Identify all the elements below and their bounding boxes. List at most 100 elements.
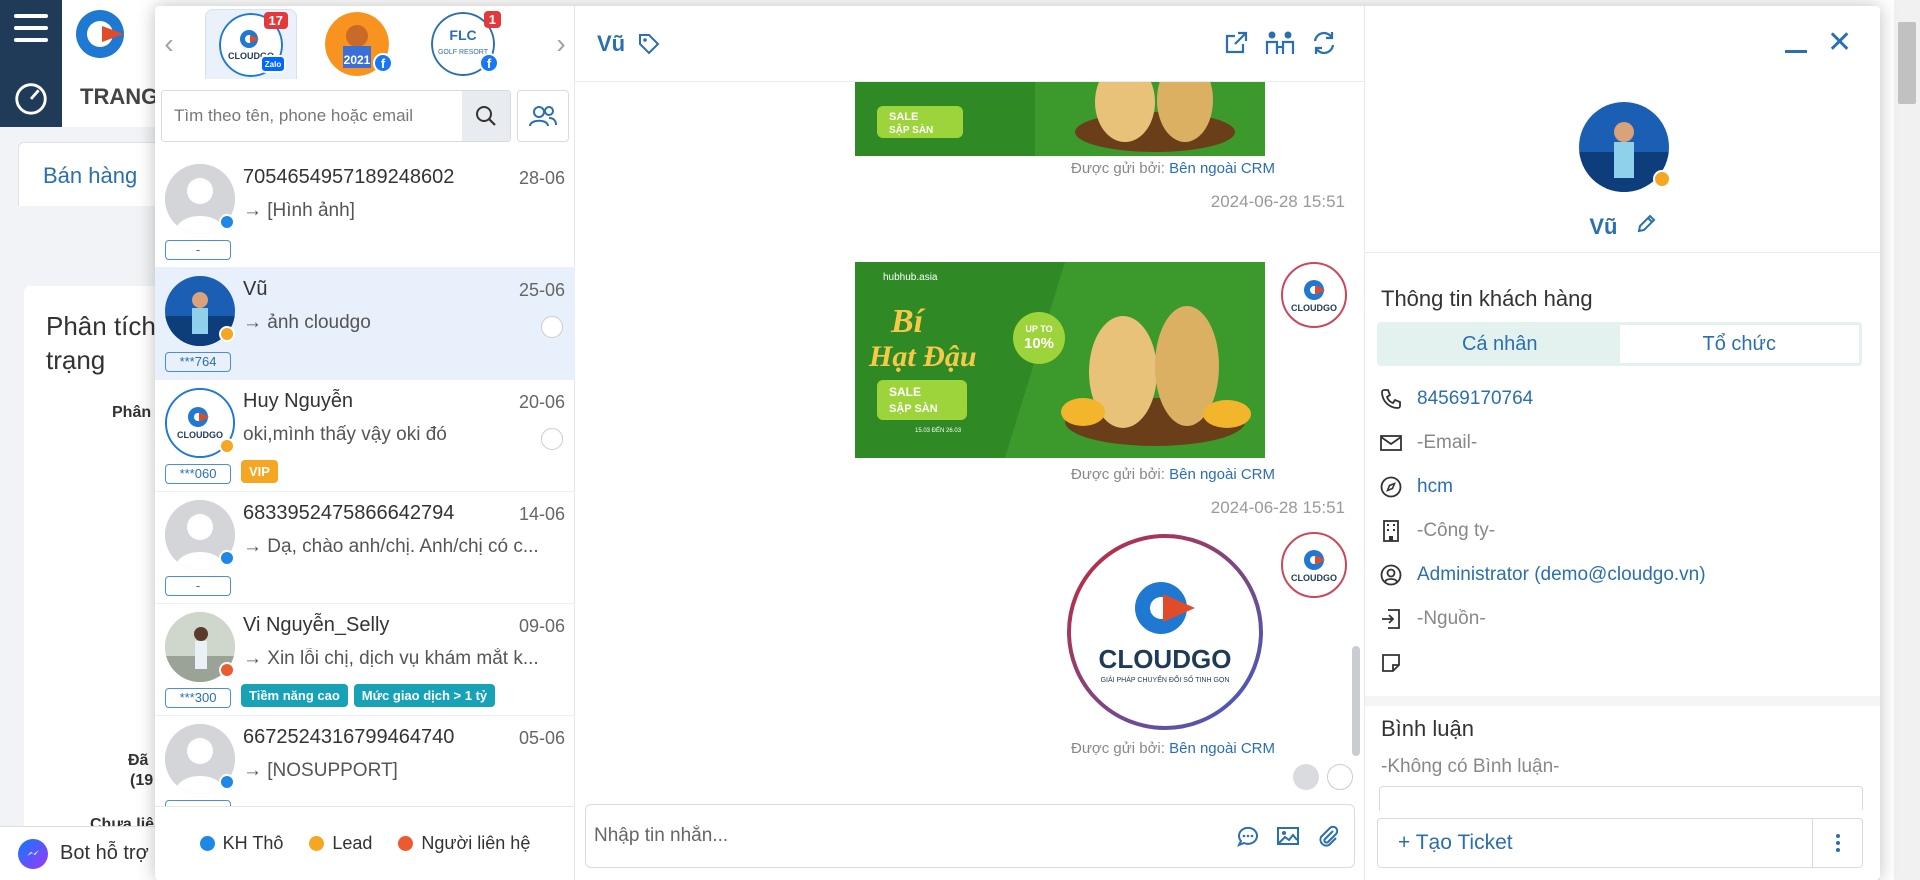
chat-scrollbar[interactable] — [1352, 646, 1360, 756]
info-row-source: -Nguồn- — [1379, 603, 1486, 635]
info-header: ✕ — [1365, 6, 1880, 82]
page-tab-tuyen-sinh[interactable]: 2021 f — [311, 9, 403, 79]
conversation-name: Vũ — [243, 278, 268, 300]
create-ticket-button[interactable]: + Tạo Ticket — [1378, 831, 1812, 855]
attachment-icon[interactable] — [1316, 824, 1340, 848]
message-image[interactable]: hubhub.asia Bí Hạt Đậu SALE SẬP SÀN 15.0… — [855, 262, 1265, 458]
note-icon[interactable] — [1379, 651, 1403, 675]
comments-title: Bình luận — [1381, 716, 1474, 741]
analysis-card: Phân tích trạng Phân Đã (19 Chưa liê — [24, 286, 174, 846]
tag-high-potential: Tiềm năng cao — [241, 684, 348, 707]
transfer-agents-icon[interactable] — [1265, 30, 1295, 56]
conversation-item[interactable]: ***764 Vũ 25-06 → ảnh cloudgo — [155, 268, 575, 380]
status-dot — [219, 774, 235, 790]
unread-badge: 1 — [483, 11, 501, 28]
chevron-left-icon[interactable]: ‹ — [155, 28, 183, 60]
message-image[interactable]: CLOUDGO GIẢI PHÁP CHUYỂN ĐỔI SỐ TINH GỌN — [1065, 532, 1265, 732]
dashboard-icon[interactable] — [12, 78, 50, 116]
banner-title-line2: Hạt Đậu — [868, 340, 977, 373]
logo-brand: CLOUDGO — [1099, 644, 1232, 674]
more-options-icon[interactable] — [1812, 819, 1862, 867]
legend-label: Người liên hệ — [421, 833, 531, 853]
conversation-item[interactable]: ***300 Vi Nguyễn_Selly 09-06 → Xin lỗi c… — [155, 604, 575, 716]
conversation-item[interactable]: - 6833952475866642794 14-06 → Dạ, chào a… — [155, 492, 575, 604]
status-dot — [219, 550, 235, 566]
conversation-date: 14-06 — [518, 504, 565, 524]
sent-by-source[interactable]: Bên ngoài CRM — [1169, 466, 1275, 483]
tab-organization[interactable]: Tổ chức — [1619, 325, 1859, 363]
conversation-name: 6833952475866642794 — [243, 502, 455, 524]
message-composer — [585, 804, 1355, 868]
tab-personal[interactable]: Cá nhân — [1380, 325, 1620, 363]
sent-by-label: Được gửi bởi: Bên ngoài CRM — [1071, 466, 1275, 483]
banner-sale-text: SALE — [889, 385, 921, 399]
legend-dot — [398, 836, 414, 851]
phone-tag: ***764 — [165, 352, 231, 372]
conversation-item[interactable]: - 7054654957189248602 28-06 → [Hình ảnh] — [155, 156, 575, 268]
image-icon[interactable] — [1276, 824, 1300, 848]
status-dot — [219, 662, 235, 678]
crm-sidebar — [0, 0, 62, 127]
chat-contact-name: Vũ — [597, 30, 626, 56]
svg-text:CLOUDGO: CLOUDGO — [1291, 573, 1337, 583]
refresh-icon[interactable] — [1311, 30, 1337, 56]
conversation-preview: → [NOSUPPORT] — [243, 760, 398, 781]
message-image[interactable]: SALE SẬP SÀN — [855, 82, 1265, 156]
banner-sale-date: 15.03 ĐẾN 26.03 — [915, 427, 962, 434]
phone-tag: - — [165, 240, 231, 260]
owner-value[interactable]: Administrator (demo@cloudgo.vn) — [1417, 564, 1706, 586]
search-button[interactable] — [462, 91, 510, 141]
conversation-date: 20-06 — [518, 392, 565, 412]
card-text: (19 — [130, 772, 154, 789]
banner-brand: hubhub.asia — [883, 272, 938, 283]
sent-by-source[interactable]: Bên ngoài CRM — [1169, 160, 1275, 177]
scrollbar-thumb[interactable] — [1898, 22, 1916, 104]
status-legend: KH Thô Lead Người liên hệ — [155, 806, 575, 880]
status-dot — [219, 214, 235, 230]
banner-sale-subtext: SẬP SÀN — [889, 402, 938, 415]
tag-list: VIP — [241, 460, 278, 483]
search-row — [161, 90, 569, 142]
company-value: -Công ty- — [1417, 520, 1496, 541]
unread-badge: 17 — [263, 12, 288, 29]
edit-icon[interactable] — [1636, 214, 1656, 234]
banner-discount-label: UP TO — [1025, 324, 1052, 334]
quick-reply-icon[interactable] — [1236, 824, 1260, 848]
seen-avatar — [1327, 764, 1353, 790]
location-value[interactable]: hcm — [1417, 476, 1453, 498]
hamburger-menu-icon[interactable] — [14, 14, 48, 50]
external-link-icon[interactable] — [1223, 30, 1249, 56]
tag-vip: VIP — [241, 460, 278, 483]
channel-icon — [541, 428, 563, 450]
sent-by-source[interactable]: Bên ngoài CRM — [1169, 740, 1275, 757]
conversation-item[interactable]: - 6672524316799464740 05-06 → [NOSUPPORT… — [155, 716, 575, 806]
channel-icon — [541, 316, 563, 338]
facebook-icon: f — [479, 53, 499, 73]
email-value: -Email- — [1417, 432, 1478, 453]
message-input[interactable] — [586, 805, 1236, 867]
tab-sales[interactable]: Bán hàng — [18, 142, 168, 206]
support-bot-bar[interactable]: Bot hỗ trợ — [0, 826, 160, 880]
page-scrollbar[interactable] — [1894, 0, 1920, 880]
search-icon — [476, 106, 496, 126]
tag-icon[interactable] — [637, 32, 661, 56]
page-edge — [1880, 0, 1894, 880]
divider — [1365, 252, 1880, 253]
phone-value[interactable]: 84569170764 — [1417, 388, 1533, 410]
chevron-right-icon[interactable]: › — [547, 28, 575, 60]
page-tab-flc-resort[interactable]: FLC GOLF RESORT 1 f — [417, 9, 509, 79]
conversation-preview: → Xin lỗi chị, dịch vụ khám mắt k... — [243, 648, 539, 669]
chat-header: Vũ — [575, 6, 1365, 82]
sent-by-prefix: Được gửi bởi: — [1070, 160, 1165, 177]
seen-avatar — [1293, 764, 1319, 790]
conversation-item[interactable]: CLOUDGO ***060 Huy Nguyễn 20-06 oki,mình… — [155, 380, 575, 492]
banner-sale-subtext: SẬP SÀN — [889, 123, 933, 136]
comment-input[interactable] — [1379, 786, 1863, 810]
close-icon[interactable]: ✕ — [1827, 28, 1852, 58]
minimize-icon[interactable] — [1785, 50, 1807, 53]
contacts-filter-button[interactable] — [517, 90, 569, 142]
zalo-icon: Zalo — [260, 55, 286, 73]
search-input[interactable] — [162, 91, 462, 141]
page-tab-cloudgo-zalo[interactable]: CLOUDGO 17 Zalo — [205, 9, 297, 79]
mail-icon — [1380, 435, 1402, 451]
